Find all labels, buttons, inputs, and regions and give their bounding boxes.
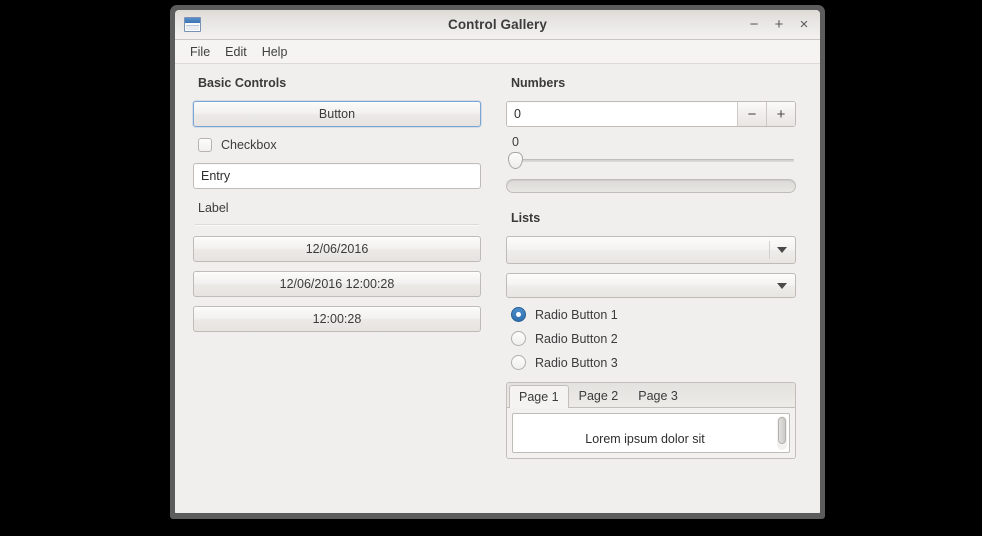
- title-bar: Control Gallery − + ×: [175, 10, 820, 40]
- screen: Control Gallery − + × File Edit Help Bas…: [0, 0, 982, 536]
- combobox-editable-value[interactable]: [507, 237, 769, 263]
- tab-page-2[interactable]: Page 2: [569, 384, 629, 407]
- vertical-scrollbar[interactable]: [777, 416, 787, 450]
- maximize-icon[interactable]: +: [771, 17, 787, 33]
- spin-increment-button[interactable]: +: [766, 102, 795, 126]
- menu-item-help[interactable]: Help: [256, 43, 294, 61]
- notebook: Page 1 Page 2 Page 3 Lorem ipsum dolor s…: [506, 382, 796, 459]
- spin-button[interactable]: 0 − +: [506, 101, 796, 127]
- checkbox-row[interactable]: Checkbox: [193, 138, 481, 152]
- datetime-button[interactable]: 12/06/2016 12:00:28: [193, 271, 481, 297]
- basic-controls-column: Basic Controls Button Checkbox Entry Lab…: [193, 64, 481, 332]
- radio-label-2: Radio Button 2: [535, 331, 618, 346]
- checkbox-label: Checkbox: [221, 138, 277, 152]
- window-body: Basic Controls Button Checkbox Entry Lab…: [175, 64, 820, 513]
- tab-page-1[interactable]: Page 1: [509, 385, 569, 408]
- radio-row-2[interactable]: Radio Button 2: [506, 331, 796, 346]
- basic-controls-heading: Basic Controls: [198, 76, 287, 90]
- arrow-glyph: [777, 247, 787, 253]
- application-window: Control Gallery − + × File Edit Help Bas…: [170, 5, 825, 519]
- horizontal-separator: [195, 224, 479, 226]
- right-column: Numbers 0 − + 0 Lists Radio Button 1 Rad…: [506, 64, 796, 459]
- button[interactable]: Button: [193, 101, 481, 127]
- tab-strip: Page 1 Page 2 Page 3: [507, 383, 795, 408]
- window-controls: − + ×: [746, 10, 812, 39]
- window-title: Control Gallery: [447, 17, 548, 32]
- radio-row-3[interactable]: Radio Button 3: [506, 355, 796, 370]
- scrollbar-thumb[interactable]: [778, 417, 786, 445]
- tab-content: Lorem ipsum dolor sit: [507, 408, 795, 458]
- radio-input-1[interactable]: [511, 307, 526, 322]
- window-icon: [184, 17, 201, 32]
- radio-input-3[interactable]: [511, 355, 526, 370]
- entry-input[interactable]: Entry: [193, 163, 481, 189]
- spin-value[interactable]: 0: [507, 102, 737, 126]
- tab-page-3[interactable]: Page 3: [628, 384, 688, 407]
- combobox[interactable]: [506, 273, 796, 298]
- chevron-down-icon-2[interactable]: [769, 274, 795, 297]
- menu-item-edit[interactable]: Edit: [219, 43, 253, 61]
- slider-track[interactable]: [514, 159, 794, 162]
- radio-input-2[interactable]: [511, 331, 526, 346]
- date-button[interactable]: 12/06/2016: [193, 236, 481, 262]
- radio-label-1: Radio Button 1: [535, 307, 618, 322]
- combobox-value[interactable]: [507, 274, 769, 297]
- lists-heading: Lists: [511, 211, 541, 225]
- menu-bar: File Edit Help: [175, 40, 820, 64]
- chevron-down-icon[interactable]: [769, 237, 795, 263]
- progress-bar: [506, 179, 796, 193]
- combobox-editable[interactable]: [506, 236, 796, 264]
- numbers-heading: Numbers: [511, 76, 566, 90]
- text-view-content: Lorem ipsum dolor sit: [585, 432, 705, 446]
- window-inner: Control Gallery − + × File Edit Help Bas…: [175, 10, 820, 513]
- minimize-icon[interactable]: −: [746, 17, 762, 33]
- checkbox-input[interactable]: [198, 138, 212, 152]
- slider-value-label: 0: [512, 135, 519, 149]
- menu-item-file[interactable]: File: [184, 43, 216, 61]
- arrow-glyph: [777, 282, 787, 289]
- radio-row-1[interactable]: Radio Button 1: [506, 307, 796, 322]
- time-button[interactable]: 12:00:28: [193, 306, 481, 332]
- radio-label-3: Radio Button 3: [535, 355, 618, 370]
- close-icon[interactable]: ×: [796, 17, 812, 33]
- slider[interactable]: [506, 151, 796, 169]
- static-label: Label: [198, 201, 229, 215]
- text-view[interactable]: Lorem ipsum dolor sit: [512, 413, 790, 453]
- spin-decrement-button[interactable]: −: [737, 102, 766, 126]
- slider-handle[interactable]: [508, 152, 523, 169]
